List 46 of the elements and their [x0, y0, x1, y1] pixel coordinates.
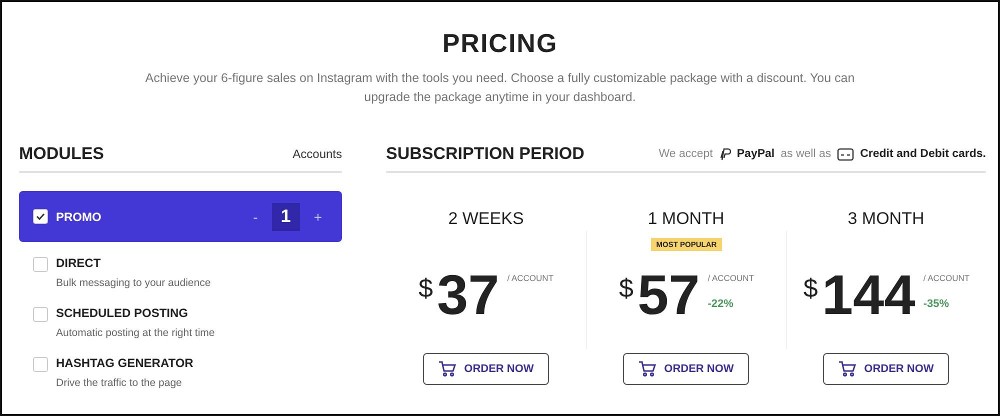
checkbox[interactable]: [33, 357, 48, 372]
section-heading: MODULES: [19, 144, 104, 164]
cart-icon: [638, 361, 656, 377]
increment-button[interactable]: +: [308, 208, 328, 224]
price-unit: / ACCOUNT: [708, 273, 754, 283]
plan-period: 1 MONTH: [648, 209, 724, 230]
column-label: Accounts: [292, 147, 342, 161]
page-title: PRICING: [441, 28, 559, 59]
plan-price: 144: [822, 267, 916, 323]
plan-period: 3 MONTH: [848, 209, 924, 230]
cart-icon: [438, 361, 456, 377]
cart-icon: [838, 361, 856, 377]
module-name: HASHTAG GENERATOR: [56, 356, 194, 370]
currency-symbol: $: [803, 273, 818, 304]
plan-price: 37: [436, 267, 500, 323]
payment-method: Credit and Debit cards.: [860, 148, 986, 160]
order-button[interactable]: ORDER NOW: [623, 353, 749, 385]
payment-text: as well as: [780, 148, 832, 160]
payment-text: We accept: [658, 148, 713, 160]
checkbox[interactable]: [33, 257, 48, 272]
card-icon: [837, 148, 854, 160]
account-count: 1: [272, 202, 300, 230]
section-heading: SUBSCRIPTION PERIOD: [386, 144, 584, 164]
currency-symbol: $: [418, 273, 433, 304]
module-name: SCHEDULED POSTING: [56, 306, 190, 320]
module-row[interactable]: PROMO - 1 +: [19, 191, 342, 242]
discount-label: -35%: [923, 298, 950, 310]
order-button[interactable]: ORDER NOW: [423, 353, 549, 385]
price-unit: / ACCOUNT: [507, 273, 554, 283]
discount-label: -22%: [708, 298, 734, 310]
module-description: Drive the traffic to the page: [56, 377, 183, 389]
module-name: PROMO: [56, 210, 102, 224]
checkbox[interactable]: [33, 209, 48, 224]
module-name: DIRECT: [56, 256, 102, 270]
order-button[interactable]: ORDER NOW: [823, 353, 949, 385]
checkbox[interactable]: [33, 307, 48, 322]
plan-price: 57: [637, 267, 700, 323]
payment-method: PayPal: [736, 148, 775, 160]
module-description: Automatic posting at the right time: [56, 327, 216, 339]
currency-symbol: $: [618, 273, 634, 304]
plan-period: 2 WEEKS: [448, 209, 524, 230]
page-subtitle: Achieve your 6-figure sales on Instagram with the tools you need. Choose a fully customizable package with a discount. You can upgrade the package anytime in your dashboard.: [144, 70, 856, 106]
module-description: Bulk messaging to your audience: [56, 277, 212, 289]
paypal-icon: [718, 148, 731, 160]
decrement-button[interactable]: -: [247, 208, 264, 224]
price-unit: / ACCOUNT: [923, 273, 970, 283]
